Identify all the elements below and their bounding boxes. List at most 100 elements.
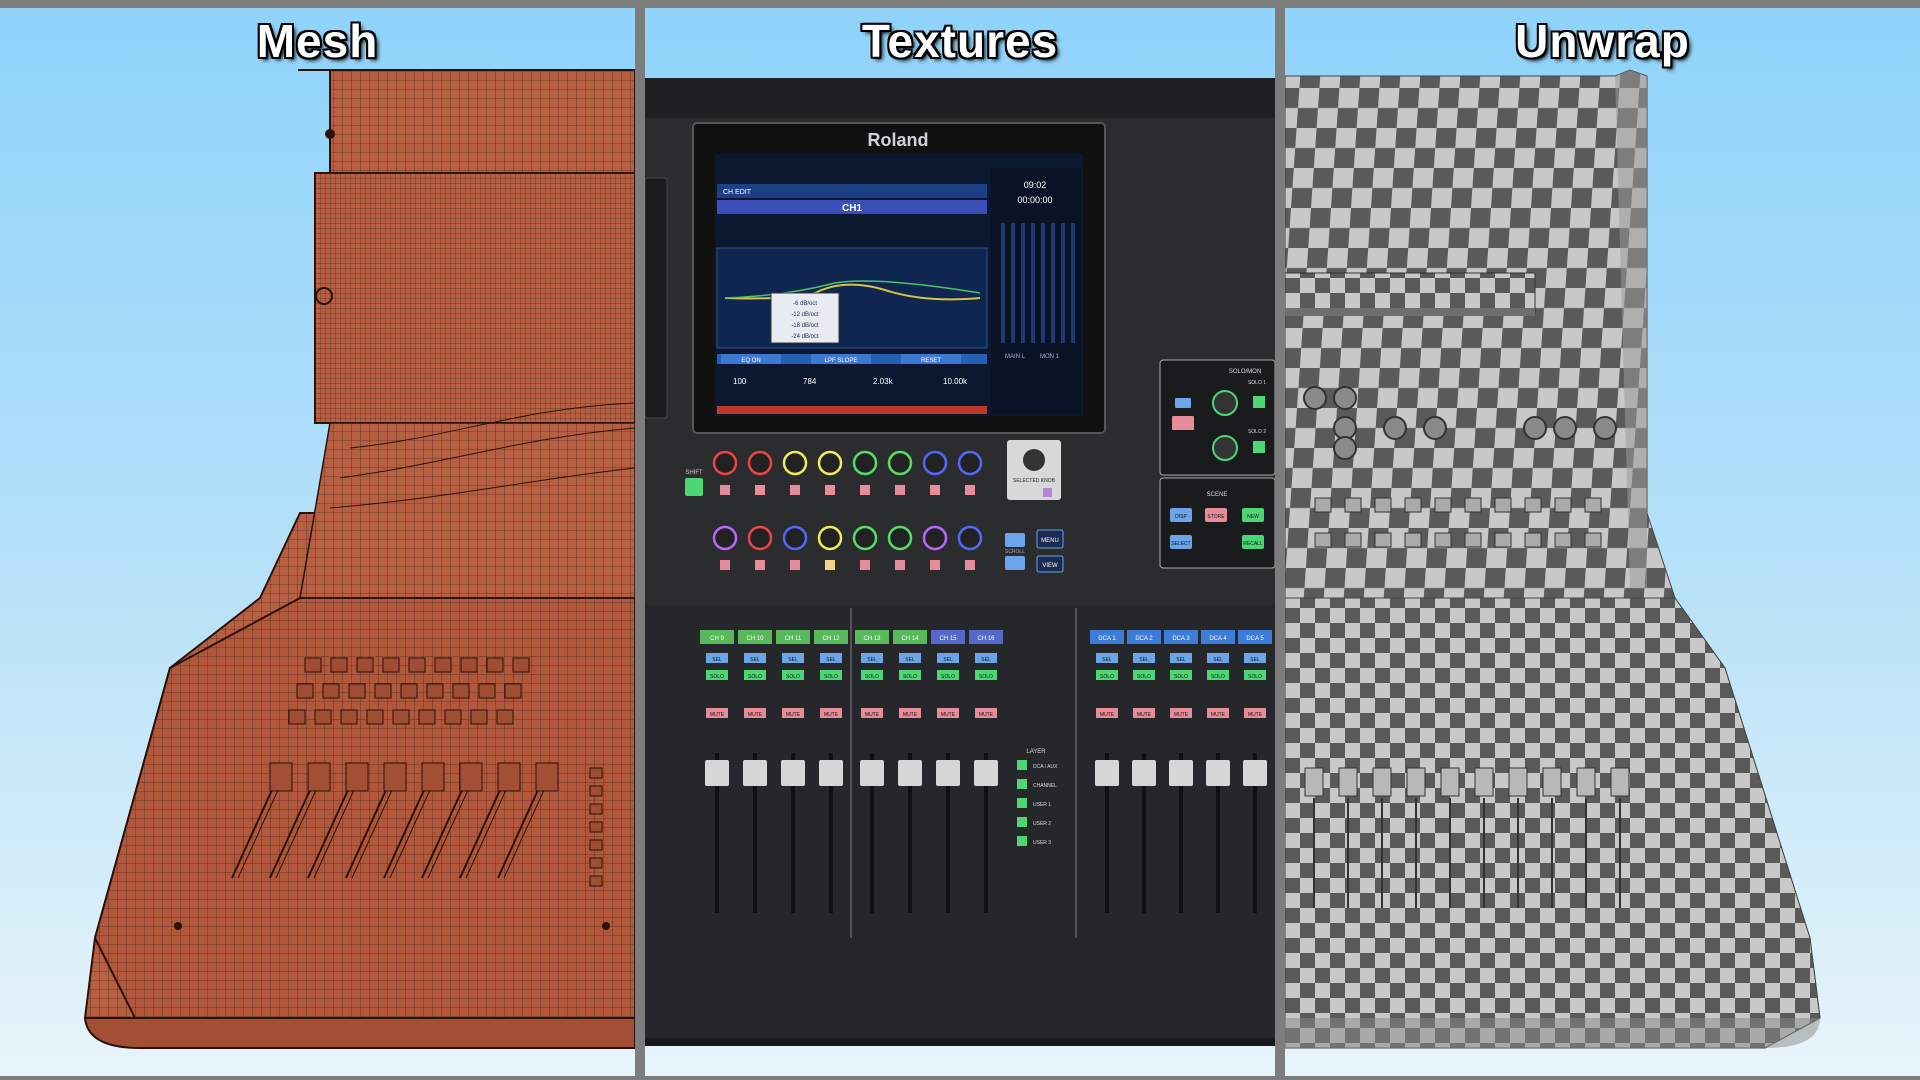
down-arrow-button[interactable]: [1005, 556, 1025, 570]
channel-name: CH 14: [901, 636, 919, 642]
slope-option[interactable]: -18 dB/oct: [791, 323, 819, 329]
knob-button[interactable]: [790, 485, 800, 495]
clear-button[interactable]: [1253, 396, 1265, 408]
solo1-label: SOLO 1: [1248, 380, 1266, 386]
solo2-knob[interactable]: [1212, 435, 1238, 461]
uv-knob: [1383, 416, 1407, 440]
knob-button[interactable]: [755, 485, 765, 495]
knob-button[interactable]: [965, 485, 975, 495]
layer-button[interactable]: [1017, 798, 1027, 808]
rotary-knob[interactable]: [817, 450, 843, 476]
fader-cap[interactable]: [781, 760, 805, 786]
mesh-wireframe: [83, 69, 635, 1049]
level-meter: [1071, 223, 1075, 343]
solo-clear-button[interactable]: [1172, 416, 1194, 430]
rotary-knob[interactable]: [782, 450, 808, 476]
knob-button[interactable]: [755, 560, 765, 570]
mesh-fader-cap: [459, 762, 483, 792]
rotary-knob[interactable]: [712, 450, 738, 476]
knob-button[interactable]: [895, 560, 905, 570]
fader-cap[interactable]: [936, 760, 960, 786]
clear-button[interactable]: [1253, 441, 1265, 453]
mesh-fader-cap: [345, 762, 369, 792]
rotary-knob[interactable]: [887, 525, 913, 551]
channel-name: DCA 2: [1135, 636, 1153, 642]
rotary-knob[interactable]: [957, 450, 983, 476]
rotary-knob[interactable]: [957, 525, 983, 551]
knob-button[interactable]: [895, 485, 905, 495]
rotary-knob[interactable]: [852, 525, 878, 551]
rotary-knob[interactable]: [712, 525, 738, 551]
rotary-knob[interactable]: [922, 525, 948, 551]
console-render: Roland CH1 CH EDIT -6 dB/oct -12 dB/oct -1…: [645, 78, 1275, 1046]
fader-cap[interactable]: [898, 760, 922, 786]
knob-button[interactable]: [790, 560, 800, 570]
mesh-fader-cap: [421, 762, 445, 792]
knob-button[interactable]: [965, 560, 975, 570]
layer-button[interactable]: [1017, 836, 1027, 846]
rotary-knob[interactable]: [747, 525, 773, 551]
knob-button[interactable]: [860, 560, 870, 570]
mesh-button: [460, 657, 478, 673]
shift-button[interactable]: [685, 478, 703, 496]
mute-label: MUTE: [1137, 712, 1152, 718]
menuLbl-label: MENU: [1041, 538, 1059, 544]
mesh-button: [486, 657, 504, 673]
knob-button[interactable]: [720, 485, 730, 495]
rotary-knob[interactable]: [747, 450, 773, 476]
uv-button: [1524, 532, 1542, 548]
knob-button[interactable]: [860, 485, 870, 495]
mesh-side-button: [589, 767, 603, 779]
sceneTitle-label: SCENE: [1207, 492, 1228, 498]
selected-knob[interactable]: [1023, 449, 1045, 471]
mesh-button: [418, 709, 436, 725]
fader-cap[interactable]: [819, 760, 843, 786]
scene-button-label: STORE: [1207, 514, 1225, 520]
solo-label: SOLO: [941, 674, 955, 680]
fader-cap[interactable]: [974, 760, 998, 786]
knob-button[interactable]: [930, 560, 940, 570]
freq-value: 2.03k: [873, 377, 894, 386]
mesh-button: [452, 683, 470, 699]
fader-cap[interactable]: [1132, 760, 1156, 786]
mesh-button: [392, 709, 410, 725]
fader-cap[interactable]: [743, 760, 767, 786]
uv-button: [1344, 532, 1362, 548]
knob-button[interactable]: [825, 560, 835, 570]
brand-logo: Roland: [868, 130, 929, 150]
rotary-knob[interactable]: [887, 450, 913, 476]
up-arrow-button[interactable]: [1005, 533, 1025, 547]
knob-button[interactable]: [720, 560, 730, 570]
layer-button[interactable]: [1017, 779, 1027, 789]
slope-option[interactable]: -6 dB/oct: [793, 301, 817, 307]
rotary-knob[interactable]: [782, 525, 808, 551]
uv-checker-render: [1285, 69, 1821, 1049]
uv-screen-slab: [1285, 272, 1536, 314]
slope-option[interactable]: -24 dB/oct: [791, 334, 819, 340]
uv-button: [1554, 532, 1572, 548]
fader-cap[interactable]: [1243, 760, 1267, 786]
uv-button: [1314, 497, 1332, 513]
screen-button-label: EQ ON: [741, 358, 760, 364]
knob-button[interactable]: [825, 485, 835, 495]
fader-cap[interactable]: [1206, 760, 1230, 786]
slope-option[interactable]: -12 dB/oct: [791, 312, 819, 318]
mesh-side-button: [589, 839, 603, 851]
fader-cap[interactable]: [1095, 760, 1119, 786]
layer-button[interactable]: [1017, 760, 1027, 770]
mesh-panel: Mesh: [0, 8, 635, 1076]
rotary-knob[interactable]: [817, 525, 843, 551]
fader-cap[interactable]: [860, 760, 884, 786]
sel-label: SEL: [1102, 657, 1112, 663]
layer-button[interactable]: [1017, 817, 1027, 827]
rotary-knob[interactable]: [922, 450, 948, 476]
knob-button[interactable]: [930, 485, 940, 495]
fader-cap[interactable]: [705, 760, 729, 786]
mesh-button: [374, 683, 392, 699]
rotary-knob[interactable]: [852, 450, 878, 476]
solo1-knob[interactable]: [1212, 390, 1238, 416]
fader-cap[interactable]: [1169, 760, 1193, 786]
uv-button: [1524, 497, 1542, 513]
disp-button[interactable]: [1175, 398, 1191, 408]
mesh-side-button: [589, 821, 603, 833]
